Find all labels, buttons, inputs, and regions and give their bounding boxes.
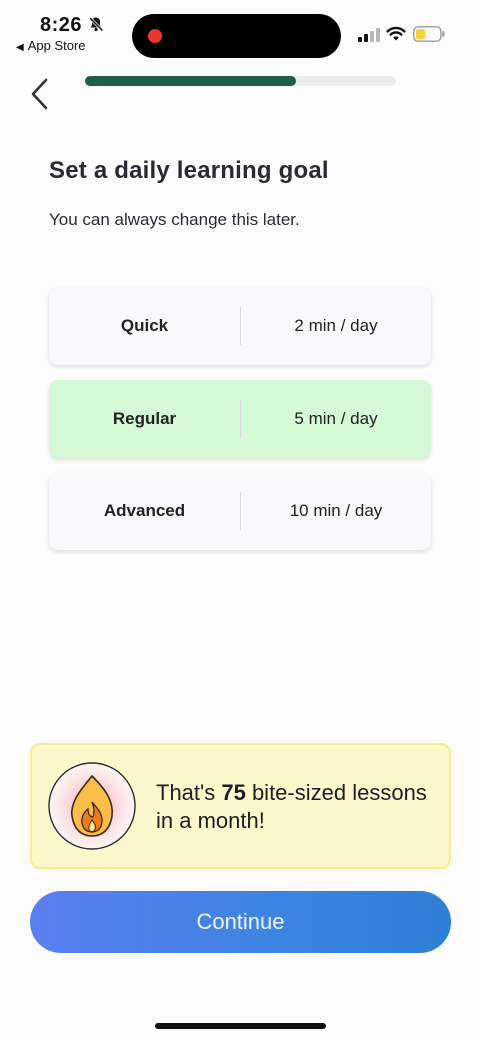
page-subtitle: You can always change this later. [49, 210, 300, 229]
cellular-signal-icon [358, 28, 380, 42]
goal-option-time: 5 min / day [294, 409, 378, 428]
flame-icon [48, 762, 136, 850]
bell-muted-icon [88, 16, 104, 32]
goal-option-advanced[interactable]: Advanced 10 min / day [49, 472, 431, 550]
status-bar: 8:26 ◀ App Store [0, 0, 480, 60]
home-indicator [155, 1023, 326, 1029]
info-text-prefix: That's [156, 780, 222, 805]
chevron-left-icon[interactable] [26, 76, 54, 110]
progress-fill [85, 76, 297, 86]
onboarding-progress-bar [85, 76, 396, 86]
back-app-label: App Store [27, 38, 86, 53]
back-triangle-icon: ◀ [16, 42, 24, 53]
goal-option-quick[interactable]: Quick 2 min / day [49, 287, 431, 365]
goal-option-time: 2 min / day [294, 316, 378, 335]
lessons-info-text: That's 75 bite-sized lessons in a month! [156, 779, 436, 835]
recording-dot-icon [148, 29, 162, 43]
lessons-info-card: That's 75 bite-sized lessons in a month! [30, 743, 451, 869]
goal-option-name: Regular [112, 409, 177, 428]
page-title: Set a daily learning goal [49, 157, 329, 184]
wifi-icon [386, 26, 406, 41]
goal-option-name: Advanced [103, 501, 186, 520]
goal-option-regular[interactable]: Regular 5 min / day [49, 380, 431, 458]
lesson-count: 75 [221, 780, 246, 805]
back-to-app-store[interactable]: ◀ App Store [16, 38, 86, 53]
continue-button[interactable]: Continue [30, 891, 451, 953]
status-time: 8:26 [40, 14, 83, 36]
battery-icon [413, 26, 445, 42]
dynamic-island [132, 14, 341, 58]
goal-option-name: Quick [120, 316, 169, 335]
goal-option-time: 10 min / day [289, 501, 383, 520]
